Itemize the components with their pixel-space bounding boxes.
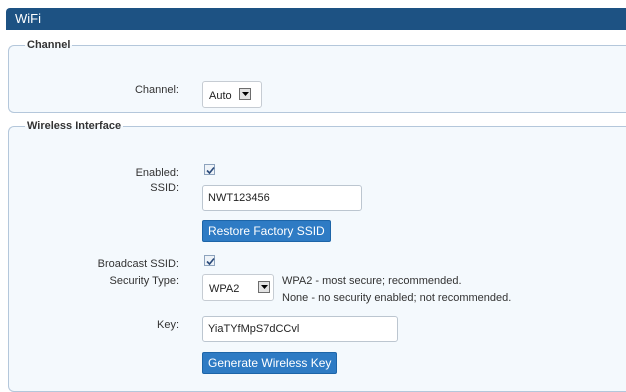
enabled-label: Enabled:: [135, 167, 179, 179]
channel-select-value: Auto: [209, 90, 232, 102]
broadcast-ssid-label: Broadcast SSID:: [97, 258, 179, 270]
security-type-label: Security Type:: [109, 275, 180, 287]
generate-wireless-key-button[interactable]: Generate Wireless Key: [202, 352, 338, 374]
chevron-down-icon[interactable]: [258, 281, 270, 293]
channel-label: Channel:: [134, 84, 179, 96]
ssid-label: SSID:: [150, 182, 179, 194]
broadcast-ssid-checkbox[interactable]: [204, 255, 215, 266]
security-hint-none: None - no security enabled; not recommen…: [282, 292, 512, 304]
channel-section-legend: Channel: [27, 39, 71, 51]
wireless-section-legend: Wireless Interface: [27, 120, 122, 132]
channel-select[interactable]: Auto: [202, 81, 262, 108]
security-hint-wpa2: WPA2 - most secure; recommended.: [282, 275, 462, 287]
key-label: Key:: [156, 319, 179, 331]
ssid-input[interactable]: [202, 185, 362, 211]
checkmark-icon: [206, 257, 215, 266]
key-input[interactable]: [202, 316, 398, 342]
wireless-interface-section: Wireless Interface Enabled: SSID: Restor…: [8, 120, 626, 392]
checkmark-icon: [206, 166, 215, 175]
window-title: WiFi: [15, 11, 41, 26]
security-type-value: WPA2: [209, 283, 240, 295]
chevron-down-icon[interactable]: [239, 88, 251, 100]
enabled-checkbox[interactable]: [204, 164, 215, 175]
security-type-select[interactable]: WPA2: [202, 274, 274, 301]
restore-factory-ssid-button[interactable]: Restore Factory SSID: [202, 220, 331, 242]
channel-section: Channel Channel: Auto: [8, 39, 626, 113]
title-bar: WiFi: [6, 8, 626, 30]
